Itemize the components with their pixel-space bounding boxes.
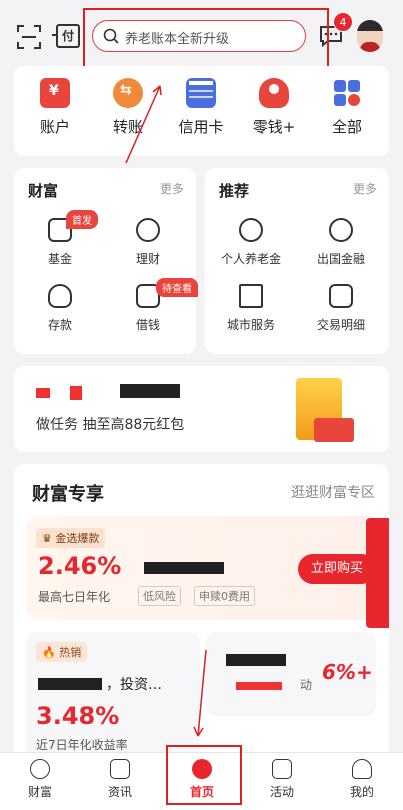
- tab-wealth[interactable]: 财富: [10, 759, 70, 800]
- search-input[interactable]: 养老账本全新升级: [92, 20, 306, 52]
- featured-rate: 2.46%: [38, 552, 122, 580]
- pay-button[interactable]: 付: [52, 24, 80, 48]
- floating-side-tab[interactable]: [366, 518, 389, 628]
- banner-text: 做任务 抽至高88元红包: [36, 417, 185, 433]
- loan-pending-tag: 待查看: [156, 278, 198, 297]
- hot-product-card[interactable]: 🔥 热销 ，投资… 3.48% 近7日年化收益率: [26, 632, 200, 764]
- fund-new-tag: 首发: [66, 210, 98, 229]
- home-logo-icon: [192, 759, 212, 779]
- tab-activities[interactable]: 活动: [252, 759, 312, 800]
- profile-icon: [352, 759, 372, 779]
- city-service-label: 城市服务: [226, 318, 275, 332]
- hot-rate-label: 近7日年化收益率: [36, 738, 128, 752]
- tab-news[interactable]: 资讯: [90, 759, 150, 800]
- quick-item-credit-card[interactable]: 信用卡: [166, 78, 236, 137]
- wealth-more-link[interactable]: 更多: [160, 180, 184, 197]
- quick-item-change[interactable]: 零钱+: [239, 78, 309, 137]
- overseas-label: 出国金融: [316, 252, 365, 266]
- quick-item-account[interactable]: ¥ 账户: [20, 78, 90, 137]
- finance-label: 理财: [135, 252, 160, 266]
- piggy-bank-icon: [259, 78, 289, 108]
- tab-label: 首页: [189, 785, 214, 799]
- transfer-icon: ⇆: [113, 78, 143, 108]
- credit-card-icon: [186, 78, 216, 108]
- featured-tag: ♛ 金选爆款: [36, 528, 106, 548]
- pixelated-text: [236, 682, 282, 690]
- hot-tag: 🔥 热销: [36, 642, 88, 662]
- transactions-label: 交易明细: [316, 318, 365, 332]
- message-count-badge: 4: [333, 12, 353, 32]
- promo-percent: 6%+: [322, 660, 373, 684]
- overseas-item[interactable]: 出国金融: [301, 218, 381, 267]
- transactions-item[interactable]: 交易明细: [301, 284, 381, 333]
- quick-item-transfer[interactable]: ⇆ 转账: [93, 78, 163, 137]
- gift-icon: [272, 759, 292, 779]
- fund-label: 基金: [47, 252, 72, 266]
- quick-item-label: 转账: [112, 118, 143, 136]
- wealth-icon: [30, 759, 50, 779]
- pixelated-text: [70, 386, 82, 400]
- statement-icon: [329, 284, 353, 308]
- promo-text: 动: [300, 678, 313, 692]
- buy-now-button[interactable]: 立即购买: [298, 554, 376, 584]
- recommend-card: 推荐 更多 个人养老金 出国金融 城市服务 交易明细: [205, 168, 389, 354]
- wallet-icon: ¥: [40, 78, 70, 108]
- loan-label: 借钱: [135, 318, 160, 332]
- news-icon: [110, 759, 130, 779]
- finance-item[interactable]: 理财: [108, 218, 188, 267]
- wealth-zone-title: 财富专享: [32, 484, 104, 505]
- wealth-card: 财富 更多 基金 首发 理财 存款 借钱 待查看: [14, 168, 198, 354]
- hot-rate: 3.48%: [36, 702, 120, 730]
- airplane-icon: [329, 218, 353, 242]
- search-placeholder: 养老账本全新升级: [125, 32, 230, 47]
- quick-item-label: 信用卡: [178, 118, 224, 136]
- quick-item-label: 账户: [39, 118, 70, 136]
- hot-product-name: ，投资…: [106, 677, 162, 693]
- recommend-card-title: 推荐: [219, 182, 250, 200]
- grid-icon: [332, 78, 362, 108]
- search-icon: [103, 28, 119, 44]
- wealth-card-title: 财富: [28, 182, 59, 200]
- tab-label: 财富: [27, 785, 52, 799]
- pension-item[interactable]: 个人养老金: [211, 218, 291, 267]
- recommend-more-link[interactable]: 更多: [353, 180, 377, 197]
- top-header: 付 养老账本全新升级 4: [0, 0, 403, 70]
- pixelated-text: [36, 388, 50, 398]
- bottom-tab-bar: 财富 资讯 首页 活动 我的: [0, 752, 403, 810]
- tab-profile[interactable]: 我的: [332, 759, 392, 800]
- pixelated-text: [144, 562, 224, 574]
- pixelated-text: [120, 384, 180, 398]
- featured-product-card[interactable]: ♛ 金选爆款 2.46% 最高七日年化 低风险 申赎0费用 立即购买: [26, 516, 378, 620]
- risk-chip: 低风险: [138, 586, 181, 606]
- featured-rate-label: 最高七日年化: [38, 590, 111, 604]
- fee-chip: 申赎0费用: [194, 586, 255, 606]
- quick-item-label: 全部: [331, 118, 362, 136]
- deposit-item[interactable]: 存款: [20, 284, 100, 333]
- avatar[interactable]: [357, 20, 383, 52]
- pixelated-text: [226, 654, 286, 666]
- wealth-zone: 财富专享 逛逛财富专区 ♛ 金选爆款 2.46% 最高七日年化 低风险 申赎0费…: [14, 464, 389, 764]
- building-icon: [239, 284, 263, 308]
- promo-product-card[interactable]: 动 6%+: [206, 632, 376, 716]
- tab-label: 资讯: [107, 785, 132, 799]
- scan-icon[interactable]: [16, 24, 42, 50]
- pension-label: 个人养老金: [220, 252, 281, 266]
- finance-icon: [136, 218, 160, 242]
- pixelated-text: [38, 678, 102, 690]
- tab-label: 活动: [269, 785, 294, 799]
- money-bag-icon: [48, 284, 72, 308]
- pension-icon: [239, 218, 263, 242]
- red-envelope-illustration: [314, 418, 354, 442]
- quick-item-all[interactable]: 全部: [312, 78, 382, 137]
- quick-menu: ¥ 账户 ⇆ 转账 信用卡 零钱+ 全部: [14, 66, 389, 156]
- quick-item-label: 零钱+: [252, 118, 296, 136]
- tab-label: 我的: [349, 785, 374, 799]
- tab-home[interactable]: 首页: [172, 759, 232, 800]
- city-service-item[interactable]: 城市服务: [211, 284, 291, 333]
- wealth-zone-link[interactable]: 逛逛财富专区: [291, 482, 375, 502]
- deposit-label: 存款: [47, 318, 72, 332]
- promo-banner[interactable]: 做任务 抽至高88元红包: [14, 366, 389, 452]
